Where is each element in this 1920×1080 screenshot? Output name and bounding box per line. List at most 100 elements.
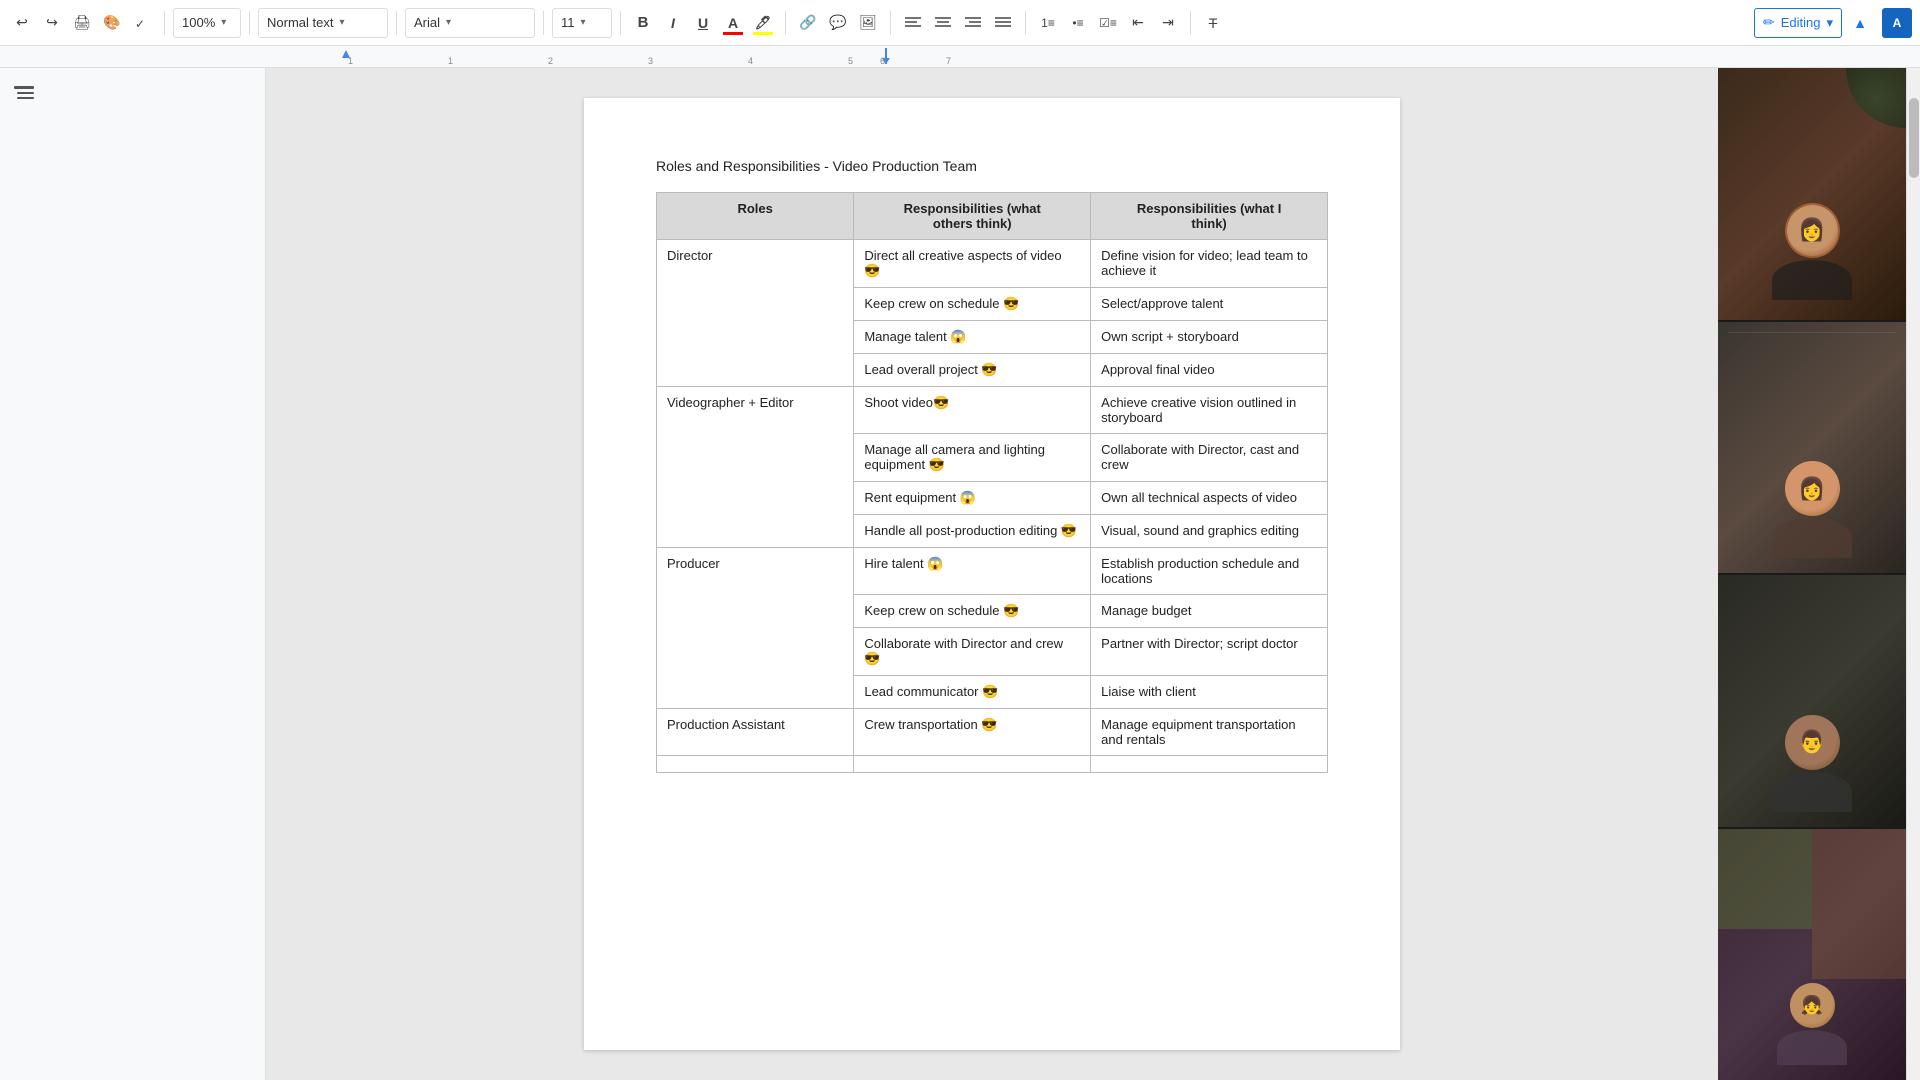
user-avatar[interactable]: A [1882,8,1912,38]
svg-text:4: 4 [748,56,753,66]
highlight-button[interactable]: 🖊 [749,9,777,37]
clear-formatting-button[interactable]: T [1199,9,1227,37]
align-group [899,9,1017,37]
paint-format-button[interactable]: 🎨 [98,9,126,37]
toolbar: ↩ ↪ 🖨 🎨 ✓ 100% ▾ Normal text ▾ Arial ▾ 1… [0,0,1920,46]
font-arrow: ▾ [446,17,451,28]
sep6 [785,11,786,35]
font-size-dropdown[interactable]: 11 ▾ [552,8,612,38]
resp-video-others-4[interactable]: Handle all post-production editing 😎 [854,515,1091,548]
video-tile-1[interactable]: 👩 [1718,68,1906,320]
resp-pa-others-1[interactable]: Crew transportation 😎 [854,709,1091,756]
format-group: B I U A 🖊 [629,9,777,37]
role-videographer[interactable]: Videographer + Editor [657,387,854,548]
size-arrow: ▾ [581,17,586,28]
main-area: Roles and Responsibilities - Video Produ… [0,68,1920,1080]
outline-toggle-button[interactable] [8,78,40,110]
resp-producer-mine-4[interactable]: Liaise with client [1091,676,1328,709]
sep3 [396,11,397,35]
list-group: 1≡ •≡ ☑≡ ⇤ ⇥ [1034,9,1182,37]
align-center-button[interactable] [929,9,957,37]
role-director[interactable]: Director [657,240,854,387]
resp-video-mine-1[interactable]: Achieve creative vision outlined in stor… [1091,387,1328,434]
text-color-indicator [723,32,743,35]
table-header: Roles Responsibilities (whatothers think… [657,193,1328,240]
style-dropdown[interactable]: Normal text ▾ [258,8,388,38]
table-row: Director Direct all creative aspects of … [657,240,1328,288]
font-dropdown[interactable]: Arial ▾ [405,8,535,38]
numbered-list-button[interactable]: 1≡ [1034,9,1062,37]
svg-text:1: 1 [448,56,453,66]
scrollbar[interactable] [1906,68,1920,1080]
video-tile-3[interactable]: 👨 [1718,575,1906,827]
resp-director-mine-4[interactable]: Approval final video [1091,354,1328,387]
header-resp-mine: Responsibilities (what Ithink) [1091,193,1328,240]
document-title[interactable]: Roles and Responsibilities - Video Produ… [656,158,1328,174]
zoom-dropdown[interactable]: 100% ▾ [173,8,241,38]
resp-director-others-1[interactable]: Direct all creative aspects of video 😎 [854,240,1091,288]
resp-producer-others-1[interactable]: Hire talent 😱 [854,548,1091,595]
resp-pa-mine-2 [1091,756,1328,773]
resp-producer-mine-1[interactable]: Establish production schedule and locati… [1091,548,1328,595]
collapse-sidebar-button[interactable]: ▲ [1846,9,1874,37]
align-left-button[interactable] [899,9,927,37]
comment-button[interactable]: 💬 [824,9,852,37]
resp-director-others-2[interactable]: Keep crew on schedule 😎 [854,288,1091,321]
resp-producer-others-3[interactable]: Collaborate with Director and crew 😎 [854,628,1091,676]
increase-indent-button[interactable]: ⇥ [1154,9,1182,37]
role-producer[interactable]: Producer [657,548,854,709]
print-button[interactable]: 🖨 [68,9,96,37]
header-resp-others: Responsibilities (whatothers think) [854,193,1091,240]
table-row [657,756,1328,773]
resp-producer-others-4[interactable]: Lead communicator 😎 [854,676,1091,709]
svg-text:2: 2 [548,56,553,66]
italic-button[interactable]: I [659,9,687,37]
resp-producer-others-2[interactable]: Keep crew on schedule 😎 [854,595,1091,628]
resp-producer-mine-3[interactable]: Partner with Director; script doctor [1091,628,1328,676]
resp-pa-mine-1[interactable]: Manage equipment transportation and rent… [1091,709,1328,756]
style-value: Normal text [267,15,333,30]
sep5 [620,11,621,35]
zoom-value: 100% [182,15,215,30]
resp-director-mine-2[interactable]: Select/approve talent [1091,288,1328,321]
editing-label: Editing [1781,15,1821,30]
link-button[interactable]: 🔗 [794,9,822,37]
justify-button[interactable] [989,9,1017,37]
resp-producer-mine-2[interactable]: Manage budget [1091,595,1328,628]
image-button[interactable]: 🖼 [854,9,882,37]
insert-group: 🔗 💬 🖼 [794,9,882,37]
resp-video-others-2[interactable]: Manage all camera and lighting equipment… [854,434,1091,482]
resp-director-mine-1[interactable]: Define vision for video; lead team to ac… [1091,240,1328,288]
zoom-arrow: ▾ [221,17,226,28]
role-prod-assistant[interactable]: Production Assistant [657,709,854,756]
bullet-list-button[interactable]: •≡ [1064,9,1092,37]
resp-director-others-3[interactable]: Manage talent 😱 [854,321,1091,354]
spell-check-button[interactable]: ✓ [128,9,156,37]
video-tile-2[interactable]: 👩 [1718,322,1906,574]
ruler-content: 1 1 2 3 4 5 6 7 [266,46,1920,67]
underline-button[interactable]: U [689,9,717,37]
resp-video-others-1[interactable]: Shoot video😎 [854,387,1091,434]
undo-button[interactable]: ↩ [8,9,36,37]
text-color-button[interactable]: A [719,9,747,37]
video-tile-4[interactable]: 👧 [1718,829,1906,1080]
resp-video-mine-4[interactable]: Visual, sound and graphics editing [1091,515,1328,548]
history-group: ↩ ↪ 🖨 🎨 ✓ [8,9,156,37]
document-area[interactable]: Roles and Responsibilities - Video Produ… [266,68,1718,1080]
pencil-icon: ✏ [1763,14,1775,31]
resp-director-others-4[interactable]: Lead overall project 😎 [854,354,1091,387]
decrease-indent-button[interactable]: ⇤ [1124,9,1152,37]
editing-mode-dropdown[interactable]: ✏ Editing ▾ [1754,8,1842,38]
redo-button[interactable]: ↪ [38,9,66,37]
align-right-button[interactable] [959,9,987,37]
resp-video-mine-2[interactable]: Collaborate with Director, cast and crew [1091,434,1328,482]
table-row: Production Assistant Crew transportation… [657,709,1328,756]
resp-video-mine-3[interactable]: Own all technical aspects of video [1091,482,1328,515]
highlight-indicator [753,32,773,35]
checklist-button[interactable]: ☑≡ [1094,9,1122,37]
bold-button[interactable]: B [629,9,657,37]
resp-director-mine-3[interactable]: Own script + storyboard [1091,321,1328,354]
table-row: Videographer + Editor Shoot video😎 Achie… [657,387,1328,434]
resp-video-others-3[interactable]: Rent equipment 😱 [854,482,1091,515]
font-value: Arial [414,15,440,30]
